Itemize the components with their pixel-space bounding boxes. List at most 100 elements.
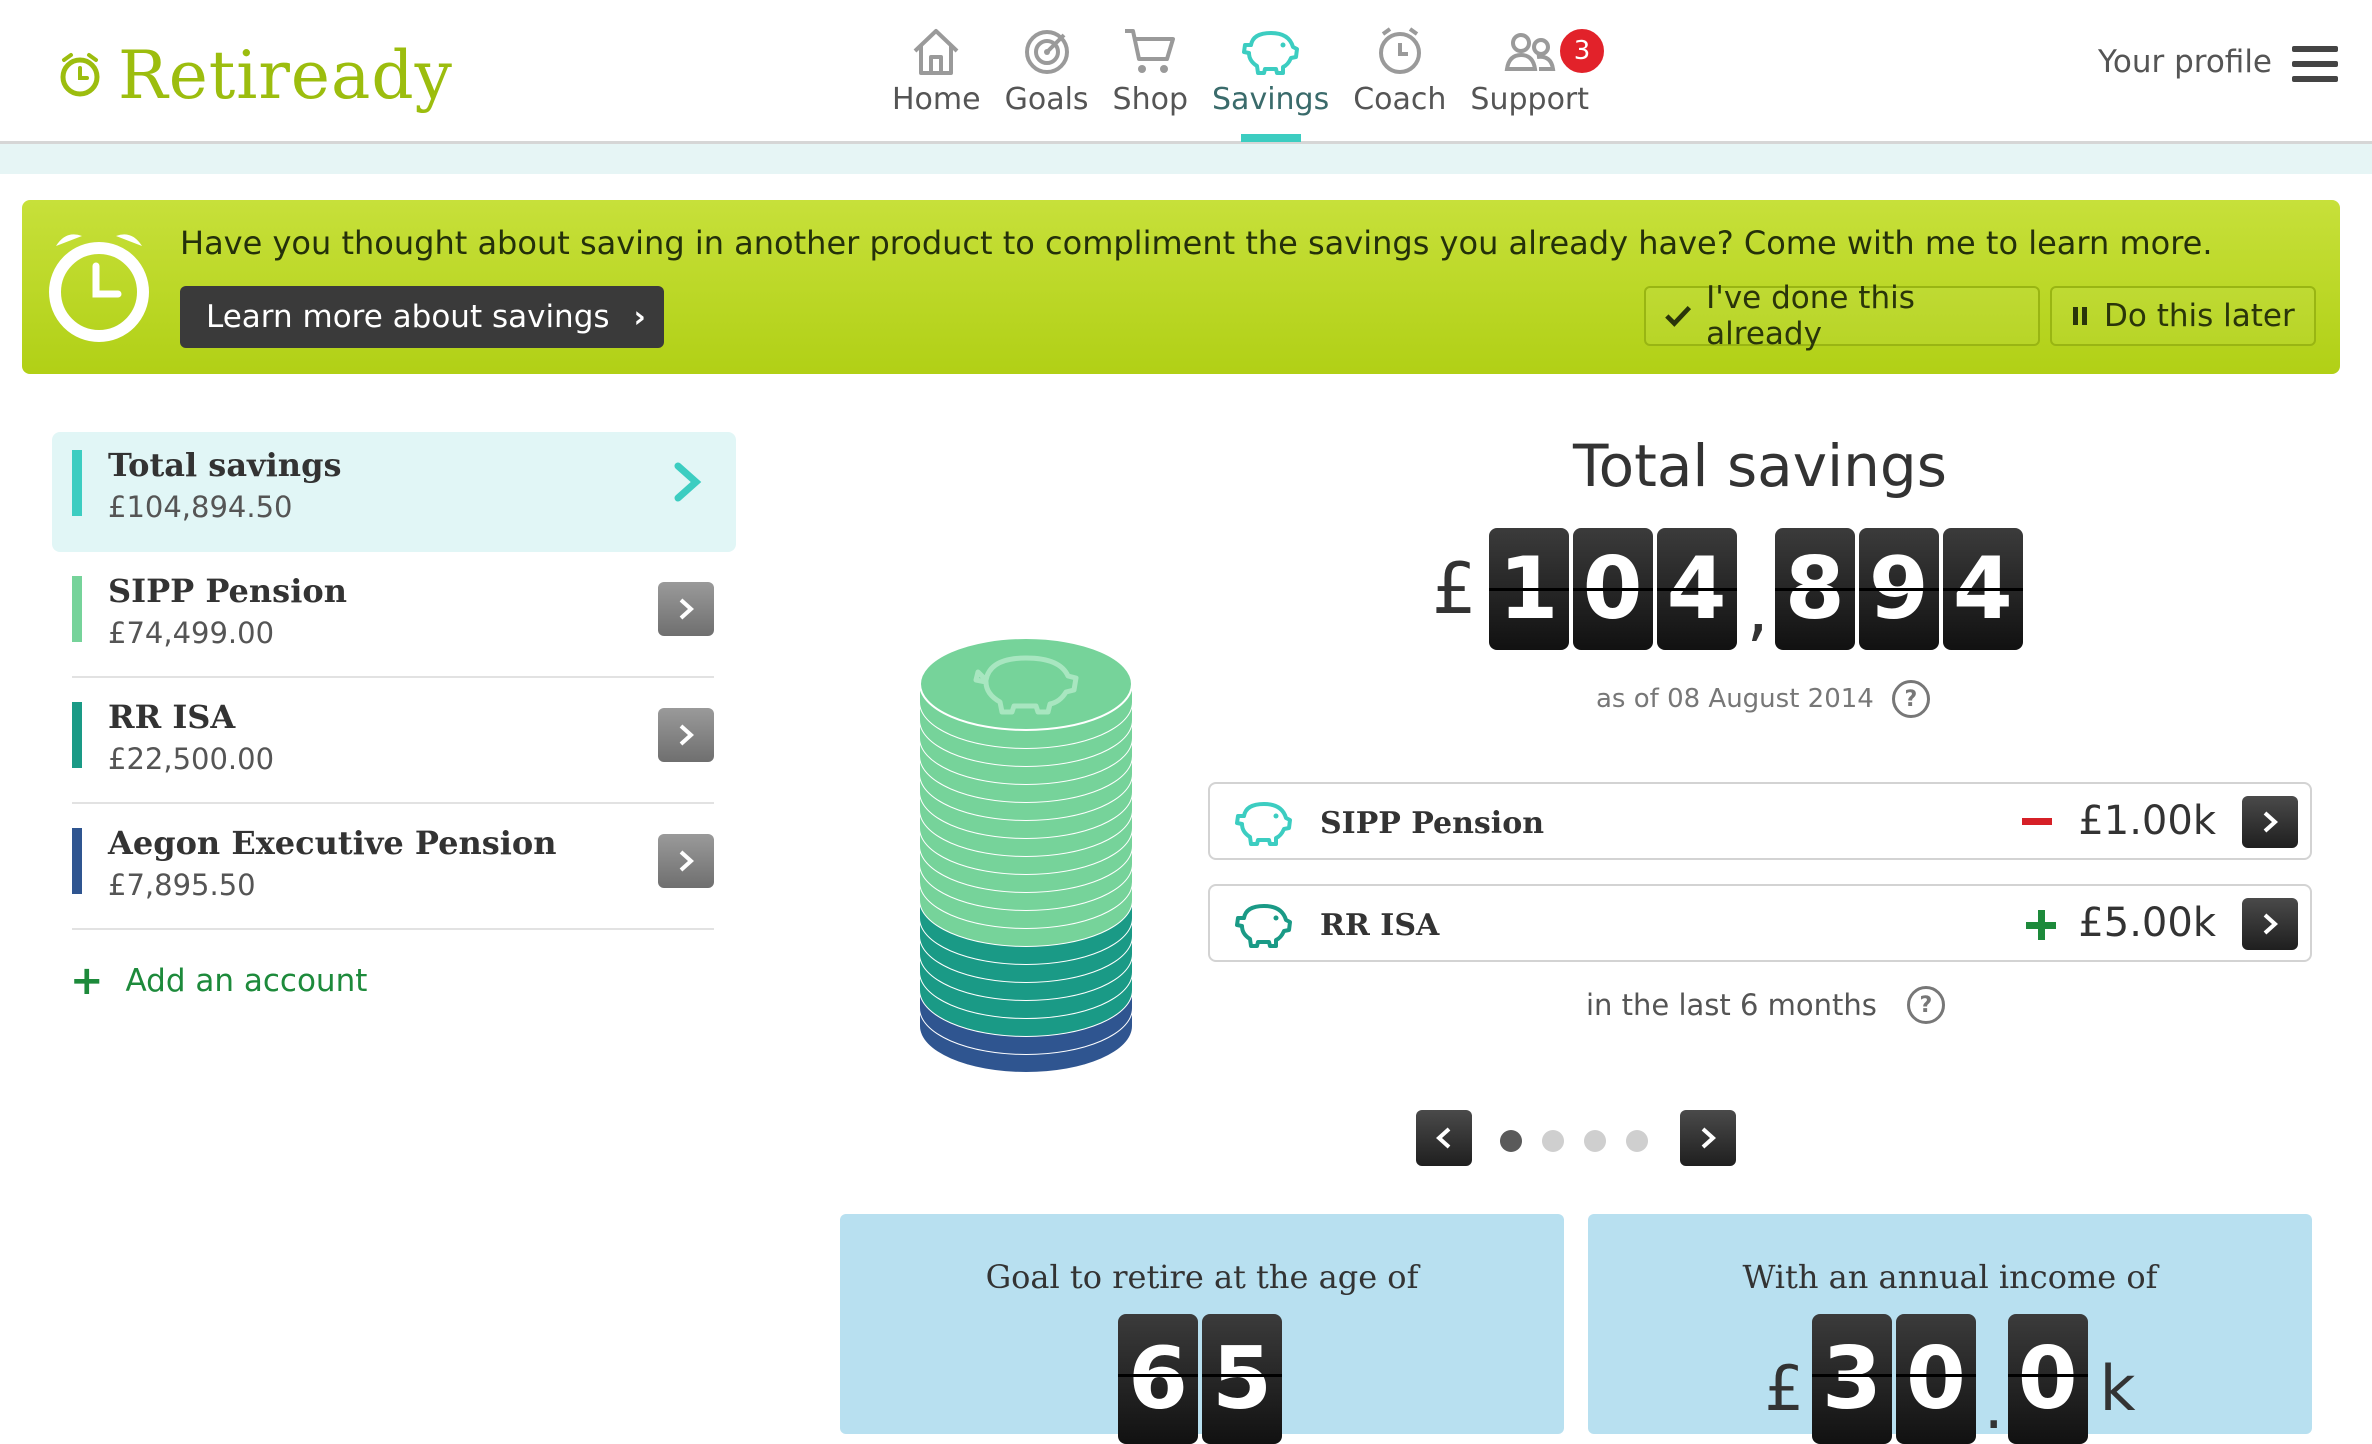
top-header: Retiready Home Goals Shop Savings Coach … xyxy=(0,0,2372,144)
chevron-right-icon: › xyxy=(633,299,646,335)
chevron-right-icon xyxy=(1701,1127,1716,1149)
counter-digit: 3 xyxy=(1811,1314,1892,1444)
nav-support-label: Support xyxy=(1470,82,1590,117)
chevron-right-icon xyxy=(679,850,694,872)
chevron-right-icon xyxy=(679,598,694,620)
account-open-button[interactable] xyxy=(658,582,714,636)
home-icon xyxy=(904,22,968,80)
help-icon[interactable]: ? xyxy=(1891,680,1930,718)
chevron-right-icon xyxy=(679,724,694,746)
pager-dot[interactable] xyxy=(1584,1130,1606,1152)
piggy-bank-icon xyxy=(1235,802,1292,846)
account-open-button[interactable] xyxy=(658,708,714,762)
retirement-age-counter: 6 5 xyxy=(840,1314,1564,1444)
changes-period-text: in the last 6 months xyxy=(1586,988,1877,1022)
currency-symbol: £ xyxy=(1764,1352,1804,1425)
chevron-left-icon xyxy=(1436,1127,1451,1149)
annual-income-counter: £ 3 0 . 0 k xyxy=(1588,1314,2312,1444)
add-account-link[interactable]: + Add an account xyxy=(70,958,367,1004)
chevron-right-icon xyxy=(2263,811,2278,833)
nav-goals-label: Goals xyxy=(1004,82,1089,117)
as-of-date: as of 08 August 2014 ? xyxy=(1596,680,1930,718)
pager-dot[interactable] xyxy=(1500,1130,1522,1152)
piggy-bank-icon xyxy=(1239,22,1303,80)
target-icon xyxy=(1015,22,1079,80)
retiready-logo[interactable]: Retiready xyxy=(56,30,453,120)
coach-banner: Have you thought about saving in another… xyxy=(22,200,2340,374)
clock-icon xyxy=(1368,22,1432,80)
plus-icon xyxy=(2026,910,2056,940)
change-row-sipp-pension[interactable]: SIPP Pension £1.00k xyxy=(1208,782,2312,860)
nav-shop-label: Shop xyxy=(1112,82,1189,117)
counter-digit: 8 xyxy=(1774,528,1855,650)
account-rr-isa[interactable]: RR ISA £22,500.00 xyxy=(52,684,736,804)
menu-icon[interactable] xyxy=(2292,46,2338,82)
chevron-right-icon xyxy=(2263,913,2278,935)
annual-income-label: With an annual income of xyxy=(1742,1258,2158,1296)
chevron-right-icon xyxy=(674,462,702,502)
pager-dot[interactable] xyxy=(1542,1130,1564,1152)
logo-text: Retiready xyxy=(118,36,453,114)
counter-digit: 4 xyxy=(1656,528,1737,650)
learn-more-label: Learn more about savings xyxy=(206,299,610,335)
account-color-bar xyxy=(72,450,82,516)
nav-savings-label: Savings xyxy=(1212,82,1330,117)
alarm-clock-icon xyxy=(49,234,149,342)
account-sipp-pension[interactable]: SIPP Pension £74,499.00 xyxy=(52,558,736,678)
minus-icon xyxy=(2022,818,2052,825)
account-value: £22,500.00 xyxy=(108,742,275,776)
counter-digit: 6 xyxy=(1118,1314,1198,1444)
account-total-savings[interactable]: Total savings £104,894.50 xyxy=(52,432,736,552)
people-icon xyxy=(1498,22,1562,80)
nav-coach-label: Coach xyxy=(1353,82,1447,117)
pause-icon xyxy=(2073,307,2087,325)
nav-coach[interactable]: Coach xyxy=(1353,22,1446,117)
main-nav: Home Goals Shop Savings Coach Support 3 xyxy=(880,22,1608,142)
pager-next-button[interactable] xyxy=(1680,1110,1736,1166)
retirement-age-card[interactable]: Goal to retire at the age of 6 5 xyxy=(840,1214,1564,1444)
pager-prev-button[interactable] xyxy=(1416,1110,1472,1166)
account-color-bar xyxy=(72,702,82,768)
nav-savings[interactable]: Savings xyxy=(1212,22,1330,142)
account-aegon-executive-pension[interactable]: Aegon Executive Pension £7,895.50 xyxy=(52,810,736,930)
account-value: £74,499.00 xyxy=(108,616,275,650)
account-value: £104,894.50 xyxy=(108,490,293,524)
change-account-name: RR ISA xyxy=(1320,908,1440,943)
account-name: Aegon Executive Pension xyxy=(108,824,557,862)
counter-digit: 1 xyxy=(1488,528,1569,650)
account-value: £7,895.50 xyxy=(108,868,256,902)
nav-shop[interactable]: Shop xyxy=(1113,22,1188,117)
summary-title: Total savings xyxy=(1573,432,1947,500)
divider xyxy=(72,928,714,930)
plus-icon: + xyxy=(70,958,104,1004)
nav-support[interactable]: Support 3 xyxy=(1470,22,1608,117)
savings-coin-stack xyxy=(919,637,1133,1072)
help-icon[interactable]: ? xyxy=(1906,986,1945,1024)
do-later-button[interactable]: Do this later xyxy=(2050,286,2316,346)
change-open-button[interactable] xyxy=(2242,898,2298,950)
total-savings-counter: £ 1 0 4 , 8 9 4 xyxy=(1432,528,2027,650)
as-of-text: as of 08 August 2014 xyxy=(1596,684,1874,714)
account-name: Total savings xyxy=(108,446,342,484)
change-open-button[interactable] xyxy=(2242,796,2298,848)
divider xyxy=(72,802,714,804)
annual-income-card[interactable]: With an annual income of £ 3 0 . 0 k xyxy=(1588,1214,2312,1444)
done-already-button[interactable]: I've done this already xyxy=(1644,280,2040,352)
counter-digit: 4 xyxy=(1942,528,2023,650)
change-row-rr-isa[interactable]: RR ISA £5.00k xyxy=(1208,884,2312,962)
counter-digit: 9 xyxy=(1858,528,1939,650)
unit-suffix: k xyxy=(2099,1352,2136,1425)
nav-goals[interactable]: Goals xyxy=(1005,22,1089,117)
pager-dot[interactable] xyxy=(1626,1130,1648,1152)
account-color-bar xyxy=(72,576,82,642)
do-later-label: Do this later xyxy=(2104,298,2295,334)
your-profile-link[interactable]: Your profile xyxy=(2098,44,2272,80)
account-name: SIPP Pension xyxy=(108,572,347,610)
done-already-label: I've done this already xyxy=(1706,280,1915,352)
piggy-bank-icon xyxy=(1235,904,1292,948)
retirement-age-label: Goal to retire at the age of xyxy=(985,1258,1419,1296)
nav-home[interactable]: Home xyxy=(892,22,981,117)
checkmark-icon xyxy=(1665,305,1692,327)
learn-more-button[interactable]: Learn more about savings › xyxy=(180,286,664,348)
account-open-button[interactable] xyxy=(658,834,714,888)
